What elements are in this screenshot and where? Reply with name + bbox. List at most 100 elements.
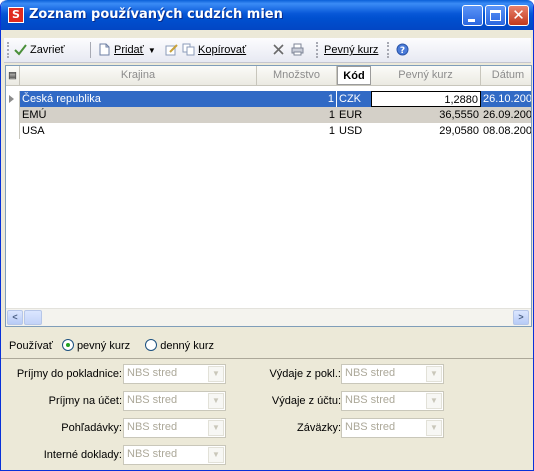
minimize-button[interactable]	[462, 5, 483, 26]
account-in-label: Príjmy na účet:	[48, 395, 122, 407]
minimize-icon	[468, 19, 475, 22]
add-button[interactable]: Pridať ▼	[98, 42, 156, 58]
copy-icon	[182, 43, 195, 56]
cell-code: EUR	[339, 109, 363, 121]
cash-out-select[interactable]: NBS stred ▼	[341, 364, 444, 384]
fixed-rate-button[interactable]: Pevný kurz	[324, 42, 378, 58]
internal-docs-select[interactable]: NBS stred ▼	[123, 445, 226, 465]
cell-country: EMÚ	[22, 109, 47, 121]
cell-rate: 29,0580	[439, 125, 479, 137]
radio-daily-rate[interactable]	[145, 339, 158, 351]
receivables-value: NBS stred	[127, 421, 178, 433]
table-row[interactable]: Česká republika 1 CZK 1,2880 26.10.200	[6, 91, 531, 107]
radio-fixed-rate-label[interactable]: pevný kurz	[77, 340, 130, 352]
chevron-down-icon: ▼	[426, 393, 442, 409]
toolbar-grip[interactable]	[316, 42, 320, 58]
chevron-down-icon: ▼	[208, 366, 224, 382]
fixed-rate-label: Pevný kurz	[324, 44, 379, 56]
help-button[interactable]: ?	[396, 42, 412, 58]
scroll-left-button[interactable]: <	[7, 310, 23, 325]
chevron-down-icon: ▼	[426, 420, 442, 436]
new-document-icon	[99, 43, 110, 56]
column-chooser-icon[interactable]: ▤	[6, 66, 20, 85]
currency-list-window: S Zoznam používaných cudzích mien ✕ Zavr…	[0, 0, 534, 471]
receivables-select[interactable]: NBS stred ▼	[123, 418, 226, 438]
cell-rate[interactable]: 1,2880	[371, 91, 481, 107]
add-button-label: Pridať	[114, 44, 144, 56]
chevron-down-icon: ▼	[208, 420, 224, 436]
copy-button[interactable]: Kopírovať	[182, 42, 246, 58]
title-bar[interactable]: S Zoznam používaných cudzích mien ✕	[1, 0, 533, 30]
app-icon: S	[8, 7, 24, 23]
cell-code: USD	[339, 125, 363, 137]
cash-out-label: Výdaje z pokl.:	[269, 368, 341, 380]
chevron-down-icon: ▼	[208, 447, 224, 463]
toolbar-grip[interactable]	[7, 42, 11, 58]
current-row-icon	[9, 95, 14, 103]
maximize-button[interactable]	[485, 5, 506, 26]
radio-daily-rate-label[interactable]: denný kurz	[160, 340, 214, 352]
account-in-select[interactable]: NBS stred ▼	[123, 391, 226, 411]
window-title: Zoznam používaných cudzích mien	[29, 7, 283, 22]
chevron-down-icon: ▼	[426, 366, 442, 382]
delete-button[interactable]	[272, 42, 288, 58]
chevron-down-icon: ▼	[208, 393, 224, 409]
account-out-select[interactable]: NBS stred ▼	[341, 391, 444, 411]
close-window-button[interactable]: ✕	[508, 5, 529, 26]
divider	[1, 358, 533, 359]
cell-date: 26.10.200	[483, 93, 532, 105]
edit-button[interactable]	[165, 42, 181, 58]
row-indicator	[6, 123, 20, 139]
cell-quantity: 1	[257, 91, 337, 107]
internal-docs-label: Interné doklady:	[43, 449, 122, 461]
row-indicator	[6, 107, 20, 123]
radio-fixed-rate[interactable]	[61, 339, 74, 351]
column-header-quantity[interactable]: Množstvo	[257, 66, 337, 85]
table-row[interactable]: USA 1 USD 29,0580 08.08.200	[6, 123, 531, 139]
liabilities-value: NBS stred	[345, 421, 396, 433]
cell-country: USA	[22, 125, 45, 137]
maximize-icon	[490, 10, 501, 21]
cell-date: 26.09.200	[483, 109, 532, 121]
cell-code: CZK	[339, 93, 361, 105]
cell-quantity: 1	[328, 109, 335, 121]
column-header-code[interactable]: Kód	[337, 66, 371, 85]
checkmark-icon	[14, 44, 27, 56]
cell-country: Česká republika	[22, 93, 101, 105]
row-indicator	[6, 91, 20, 107]
account-in-value: NBS stred	[127, 394, 178, 406]
grid-header: ▤ Krajina Množstvo Kód Pevný kurz Dátum	[6, 66, 531, 86]
printer-icon	[291, 43, 304, 56]
column-header-date[interactable]: Dátum	[481, 66, 531, 85]
cash-in-select[interactable]: NBS stred ▼	[123, 364, 226, 384]
close-icon: ✕	[512, 6, 525, 24]
liabilities-label: Záväzky:	[296, 422, 341, 434]
horizontal-scrollbar[interactable]: < >	[6, 308, 531, 326]
use-label: Používať	[9, 340, 53, 352]
cash-in-value: NBS stred	[127, 367, 178, 379]
receivables-label: Pohľadávky:	[61, 422, 122, 434]
copy-button-label: Kopírovať	[198, 44, 247, 56]
toolbar-separator	[90, 42, 91, 58]
cell-quantity: 1	[328, 125, 335, 137]
currency-grid[interactable]: ▤ Krajina Množstvo Kód Pevný kurz Dátum …	[5, 65, 532, 327]
toolbar: Zavrieť Pridať ▼ Kopírovať Pevný kurz ?	[4, 38, 531, 63]
cash-in-label: Príjmy do pokladnice:	[16, 368, 122, 380]
toolbar-grip[interactable]	[387, 42, 391, 58]
column-header-country[interactable]: Krajina	[20, 66, 257, 85]
liabilities-select[interactable]: NBS stred ▼	[341, 418, 444, 438]
print-button[interactable]	[291, 42, 307, 58]
close-button-label: Zavrieť	[30, 44, 65, 56]
rate-mode-group: Používať pevný kurz denný kurz	[9, 338, 214, 354]
edit-icon	[165, 44, 178, 56]
table-row[interactable]: EMÚ 1 EUR 36,5550 26.09.200	[6, 107, 531, 123]
help-icon: ?	[396, 43, 409, 56]
cell-date: 08.08.200	[483, 125, 532, 137]
column-header-rate[interactable]: Pevný kurz	[371, 66, 481, 85]
close-button[interactable]: Zavrieť	[14, 42, 65, 58]
scrollbar-thumb[interactable]	[24, 310, 42, 325]
account-out-label: Výdaje z účtu:	[271, 395, 341, 407]
internal-docs-value: NBS stred	[127, 448, 178, 460]
delete-icon	[273, 44, 284, 55]
scroll-right-button[interactable]: >	[513, 310, 529, 325]
